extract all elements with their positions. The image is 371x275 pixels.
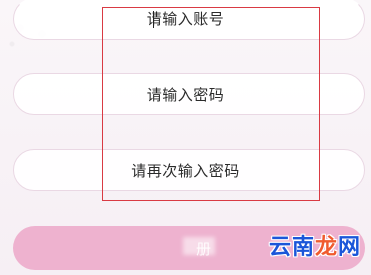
register-button-label: 册	[196, 240, 212, 258]
password-placeholder: 请输入密码	[146, 86, 225, 104]
text-cursor	[153, 11, 154, 28]
confirm-password-placeholder: 请再次输入密码	[131, 162, 240, 180]
account-placeholder: 请输入账号	[146, 10, 225, 28]
watermark-part-2: 龙	[314, 235, 338, 260]
watermark-part-3: 网	[337, 235, 361, 260]
watermark-part-1: 云南	[268, 235, 315, 260]
watermark: 云南龙网	[269, 229, 361, 261]
registration-screen: 请输入账号 请输入密码 请再次输入密码 册 云南龙网	[0, 0, 371, 275]
